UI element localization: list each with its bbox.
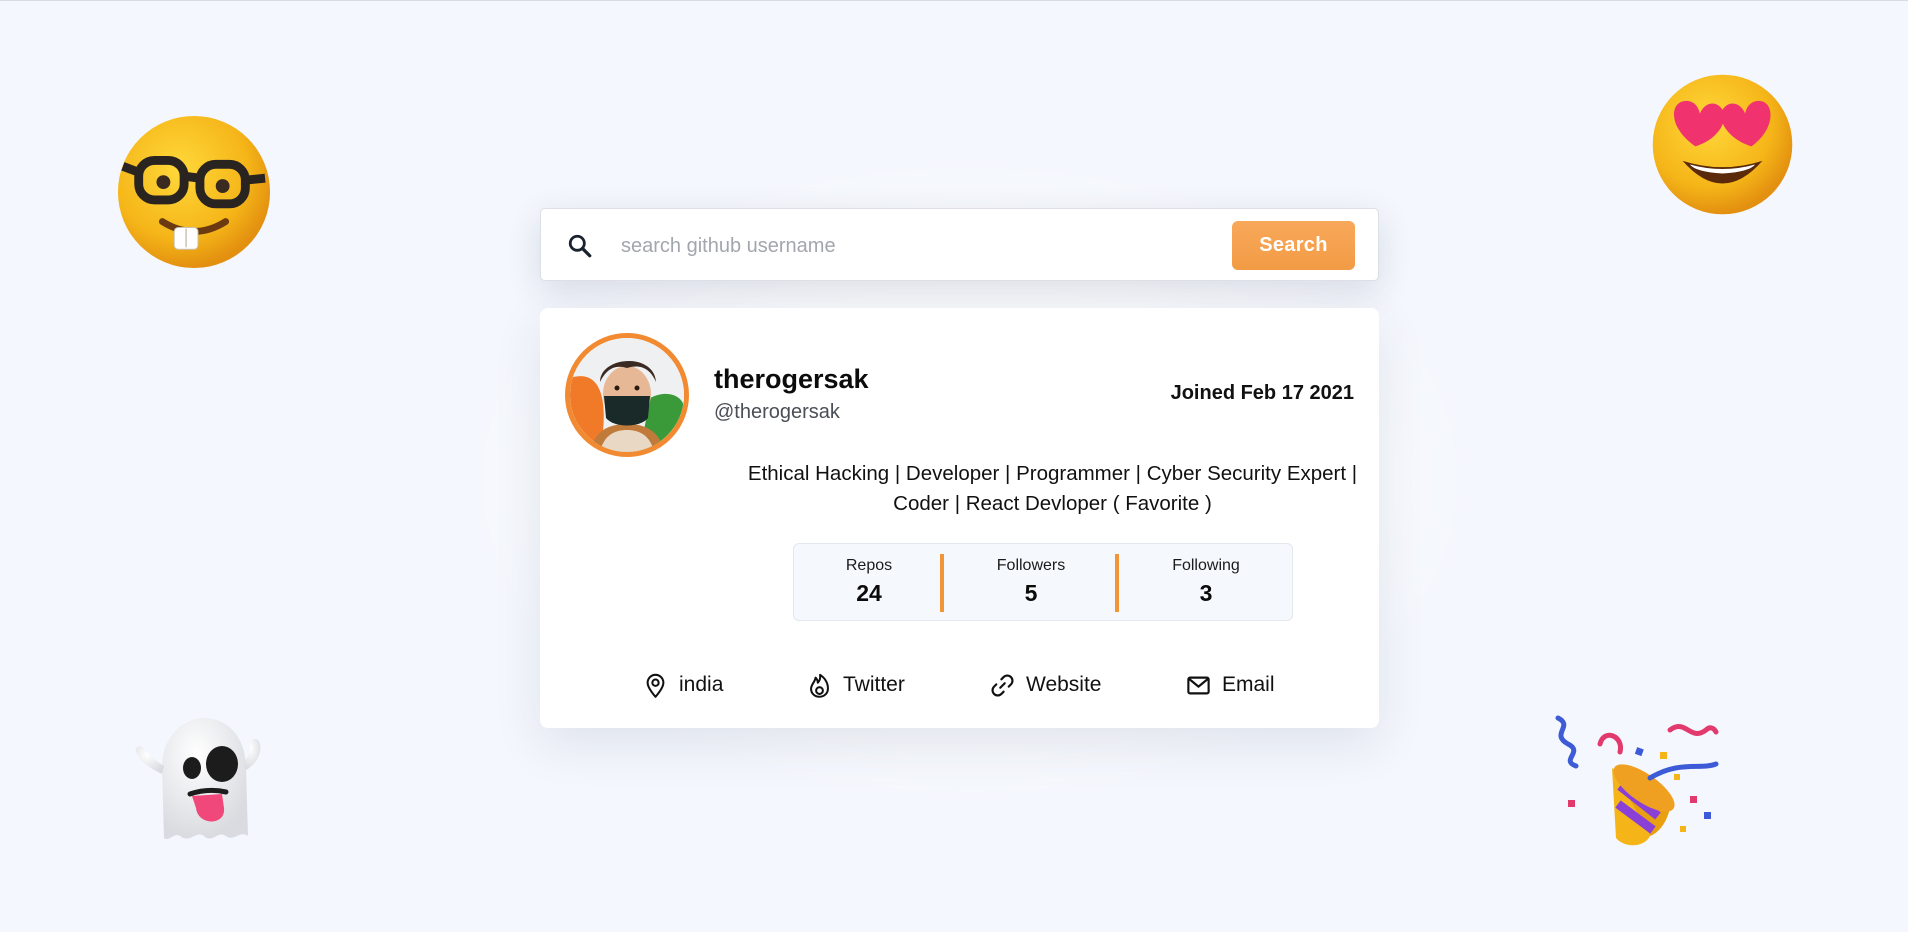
search-bar: Search <box>540 208 1379 281</box>
stat-following: Following 3 <box>1119 544 1293 622</box>
profile-handle[interactable]: @therogersak <box>714 401 840 424</box>
stat-value: 24 <box>856 580 882 606</box>
website-link[interactable]: Website <box>989 665 1101 705</box>
profile-links: india Twitter Website Email <box>540 665 1379 705</box>
search-icon <box>568 234 592 258</box>
website-label: Website <box>1026 673 1102 696</box>
location-link[interactable]: india <box>642 665 723 705</box>
stat-followers: Followers 5 <box>944 544 1118 622</box>
search-button[interactable]: Search <box>1232 221 1355 270</box>
link-icon <box>991 674 1014 696</box>
stat-value: 5 <box>1024 580 1038 606</box>
party-popper-emoji <box>1555 715 1719 846</box>
stats-panel: Repos 24 Followers 5 Following 3 <box>793 543 1293 621</box>
ghost-emoji <box>135 718 261 839</box>
stat-label: Repos <box>845 557 893 574</box>
top-border <box>0 0 1908 1</box>
location-label: india <box>679 673 724 696</box>
email-label: Email <box>1222 673 1275 696</box>
mail-icon <box>1187 676 1210 694</box>
avatar-image <box>570 338 684 452</box>
avatar <box>565 333 689 457</box>
heart-eyes-emoji <box>1652 74 1793 215</box>
stat-label: Following <box>1172 557 1240 574</box>
email-link[interactable]: Email <box>1185 665 1275 705</box>
location-pin-icon <box>646 673 665 698</box>
twitter-label: Twitter <box>843 673 905 696</box>
twitter-link[interactable]: Twitter <box>806 665 905 705</box>
profile-bio: Ethical Hacking | Developer | Programmer… <box>747 462 1358 515</box>
stat-value: 3 <box>1199 580 1213 606</box>
profile-card: therogersak @therogersak Joined Feb 17 2… <box>540 308 1379 728</box>
twitter-icon <box>810 673 829 698</box>
joined-date: Joined Feb 17 2021 <box>1170 382 1354 404</box>
search-input[interactable] <box>619 227 1143 265</box>
stat-repos: Repos 24 <box>794 544 944 622</box>
stat-label: Followers <box>996 557 1066 574</box>
profile-name: therogersak <box>714 364 869 394</box>
nerd-face-emoji <box>117 115 271 269</box>
